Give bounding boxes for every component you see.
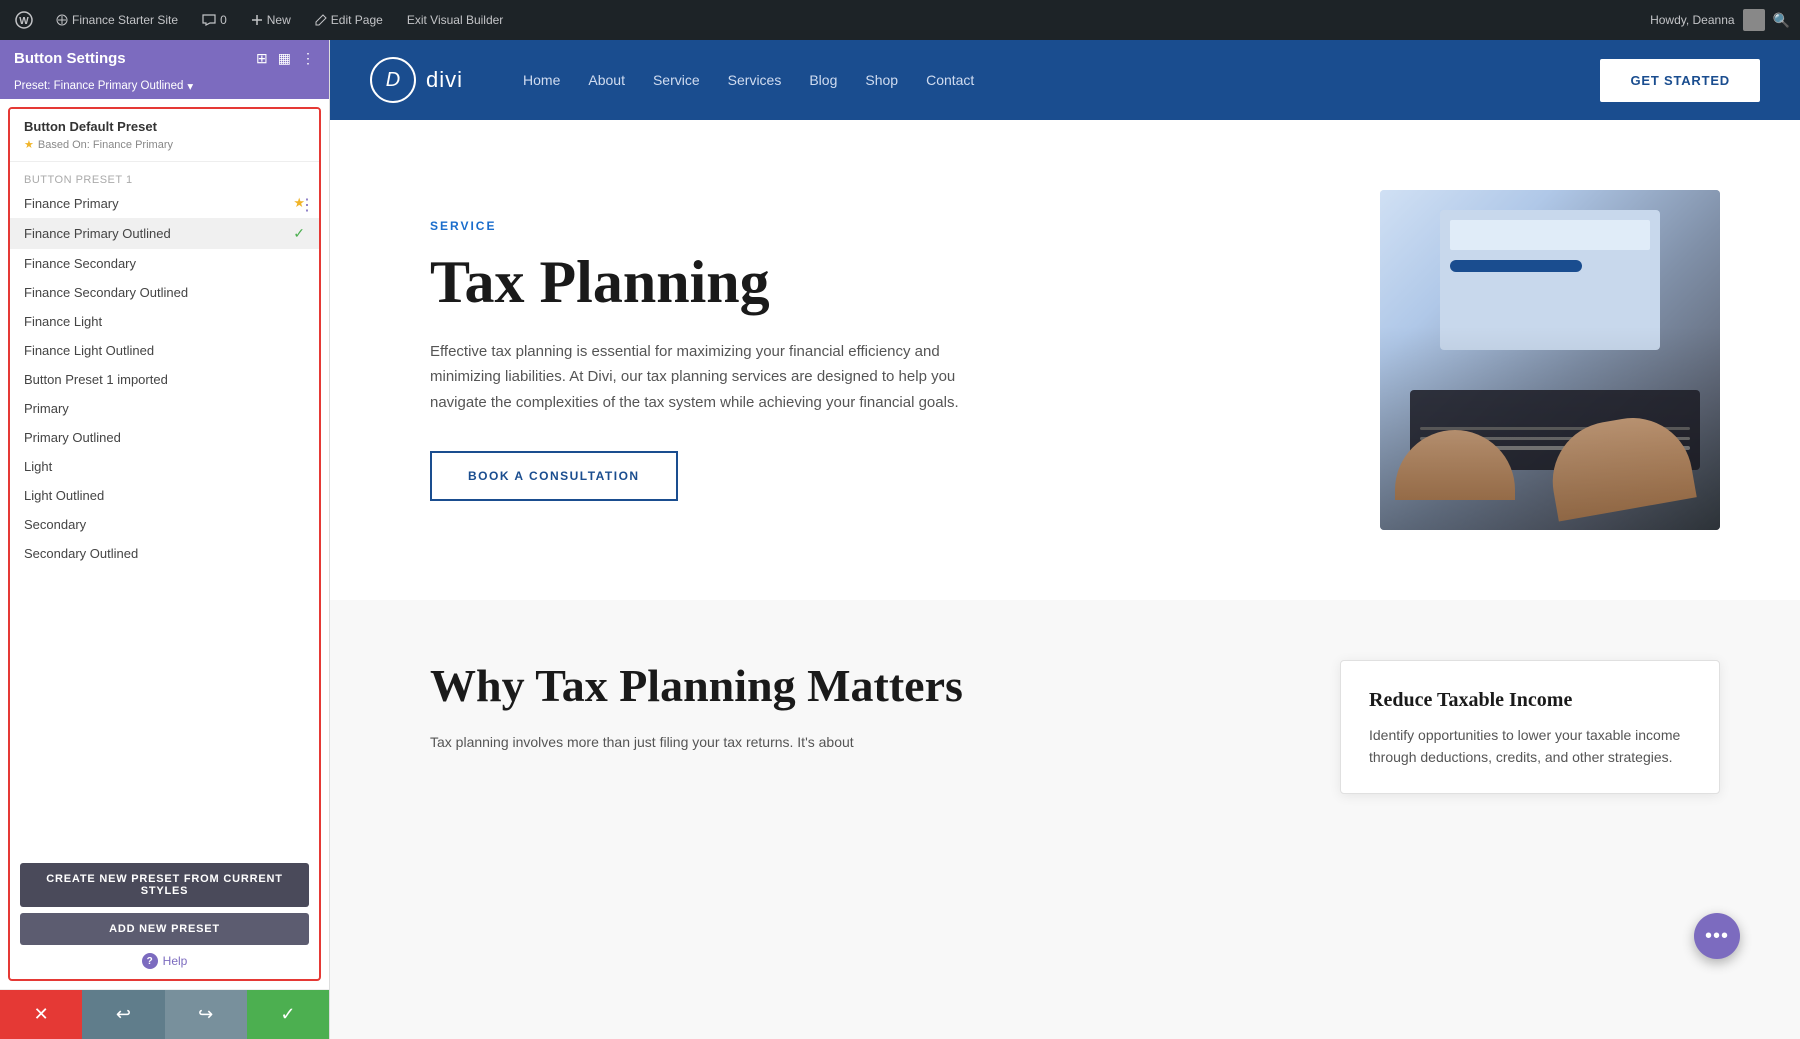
default-preset-box: Button Default Preset ★ Based On: Financ… [10, 109, 319, 162]
preset-list-container: Button Default Preset ★ Based On: Financ… [8, 107, 321, 981]
create-preset-button[interactable]: CREATE NEW PRESET FROM CURRENT STYLES [20, 863, 309, 907]
admin-new[interactable]: New [245, 0, 297, 40]
svg-text:W: W [19, 16, 29, 27]
panel-preset-bar[interactable]: Preset: Finance Primary Outlined ▾ [0, 75, 329, 99]
help-icon: ? [142, 953, 158, 969]
default-preset-title: Button Default Preset [24, 119, 305, 134]
hero-service-label: SERVICE [430, 219, 1320, 233]
preset-item-secondary[interactable]: Secondary [10, 510, 319, 539]
preset-item-light[interactable]: Light [10, 452, 319, 481]
preset-item-light-outlined[interactable]: Light Outlined [10, 481, 319, 510]
site-nav: D divi Home About Service Services Blog … [330, 40, 1800, 120]
main-layout: Button Settings ⊞ ▦ ⋮ Preset: Finance Pr… [0, 40, 1800, 1039]
why-card-title: Reduce Taxable Income [1369, 689, 1691, 712]
preset-item-finance-secondary[interactable]: Finance Secondary [10, 249, 319, 278]
finance-primary-outlined-check-icon: ✓ [293, 225, 305, 242]
preset-item-finance-secondary-outlined[interactable]: Finance Secondary Outlined [10, 278, 319, 307]
panel-bottom: CREATE NEW PRESET FROM CURRENT STYLES AD… [10, 855, 319, 979]
preset-item-secondary-outlined[interactable]: Secondary Outlined [10, 539, 319, 568]
section-dots-icon[interactable]: ⋮ [299, 195, 315, 215]
fab-button[interactable]: ••• [1694, 913, 1740, 959]
confirm-button[interactable]: ✓ [247, 990, 329, 1039]
nav-services[interactable]: Services [728, 68, 782, 92]
panel-title: Button Settings [14, 50, 126, 67]
nav-cta-button[interactable]: GET STARTED [1600, 59, 1760, 102]
undo-button[interactable]: ↩ [82, 990, 164, 1039]
content-area: D divi Home About Service Services Blog … [330, 40, 1800, 1039]
admin-bar-right: Howdy, Deanna 🔍 [1650, 9, 1790, 31]
hero-text: SERVICE Tax Planning Effective tax plann… [430, 219, 1320, 502]
nav-links: Home About Service Services Blog Shop Co… [523, 68, 1600, 92]
action-bar: ✕ ↩ ↪ ✓ [0, 989, 329, 1039]
nav-about[interactable]: About [588, 68, 625, 92]
help-link[interactable]: ? Help [20, 945, 309, 973]
panel-icon-more[interactable]: ⋮ [301, 50, 315, 67]
admin-comments[interactable]: 0 [196, 0, 233, 40]
admin-search-icon[interactable]: 🔍 [1773, 12, 1790, 29]
why-text: Why Tax Planning Matters Tax planning in… [430, 660, 1280, 775]
logo-circle: D [370, 57, 416, 103]
admin-exit-builder[interactable]: Exit Visual Builder [401, 0, 510, 40]
admin-site-name[interactable]: Finance Starter Site [50, 0, 184, 40]
page-content: SERVICE Tax Planning Effective tax plann… [330, 120, 1800, 1039]
hero-title: Tax Planning [430, 249, 1320, 315]
preset-list-scroll: Button Preset 1 ⋮ Finance Primary ★ Fina… [10, 162, 319, 855]
preset-item-finance-primary[interactable]: Finance Primary ★ [10, 188, 319, 218]
fab-dots-icon: ••• [1705, 925, 1729, 948]
panel-inner: Button Default Preset ★ Based On: Financ… [0, 99, 329, 1039]
left-panel: Button Settings ⊞ ▦ ⋮ Preset: Finance Pr… [0, 40, 330, 1039]
nav-home[interactable]: Home [523, 68, 560, 92]
preset-item-finance-light-outlined[interactable]: Finance Light Outlined [10, 336, 319, 365]
add-preset-button[interactable]: ADD NEW PRESET [20, 913, 309, 945]
panel-icon-grid[interactable]: ⊞ [256, 50, 268, 67]
logo-text: divi [426, 67, 463, 93]
nav-blog[interactable]: Blog [809, 68, 837, 92]
hero-cta-button[interactable]: BOOK A CONSULTATION [430, 451, 678, 501]
hero-image [1380, 190, 1720, 530]
why-card-area: Reduce Taxable Income Identify opportuni… [1340, 660, 1720, 794]
why-title: Why Tax Planning Matters [430, 660, 1280, 713]
panel-icon-layout[interactable]: ▦ [278, 50, 291, 67]
default-preset-based: ★ Based On: Finance Primary [24, 138, 305, 151]
admin-edit-page[interactable]: Edit Page [309, 0, 389, 40]
why-section: Why Tax Planning Matters Tax planning in… [330, 600, 1800, 834]
panel-header: Button Settings ⊞ ▦ ⋮ [0, 40, 329, 75]
cancel-button[interactable]: ✕ [0, 990, 82, 1039]
preset-item-finance-primary-outlined[interactable]: Finance Primary Outlined ✓ [10, 218, 319, 249]
preset-item-primary[interactable]: Primary [10, 394, 319, 423]
redo-button[interactable]: ↪ [165, 990, 247, 1039]
nav-shop[interactable]: Shop [865, 68, 898, 92]
panel-header-icons: ⊞ ▦ ⋮ [256, 50, 315, 67]
nav-contact[interactable]: Contact [926, 68, 974, 92]
site-logo: D divi [370, 57, 463, 103]
preset-item-finance-light[interactable]: Finance Light [10, 307, 319, 336]
wordpress-icon[interactable]: W [10, 6, 38, 34]
preset-section-label: Button Preset 1 [10, 168, 319, 188]
admin-avatar [1743, 9, 1765, 31]
nav-service[interactable]: Service [653, 68, 700, 92]
preset-item-button-preset-1-imported[interactable]: Button Preset 1 imported [10, 365, 319, 394]
hero-description: Effective tax planning is essential for … [430, 339, 1010, 416]
preset-item-primary-outlined[interactable]: Primary Outlined [10, 423, 319, 452]
admin-bar: W Finance Starter Site 0 New Edit Page E… [0, 0, 1800, 40]
why-card-description: Identify opportunities to lower your tax… [1369, 724, 1691, 769]
hero-section: SERVICE Tax Planning Effective tax plann… [330, 120, 1800, 600]
why-card: Reduce Taxable Income Identify opportuni… [1340, 660, 1720, 794]
why-description: Tax planning involves more than just fil… [430, 731, 1280, 755]
star-icon: ★ [24, 138, 34, 151]
